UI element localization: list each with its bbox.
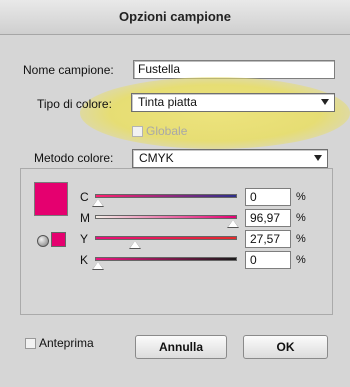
preview-checkbox[interactable] bbox=[25, 338, 36, 349]
color-mode-select[interactable]: CMYK bbox=[132, 149, 328, 168]
slider-track-m[interactable] bbox=[95, 215, 237, 219]
value-input-k[interactable]: 0 bbox=[245, 251, 291, 269]
chevron-down-icon bbox=[314, 155, 322, 161]
slider-thumb-m[interactable] bbox=[227, 220, 239, 228]
highlight-ellipse bbox=[80, 77, 350, 149]
channel-label-k: K bbox=[80, 253, 89, 267]
color-mode-value: CMYK bbox=[139, 151, 174, 165]
global-checkbox[interactable] bbox=[132, 126, 143, 137]
color-type-value: Tinta piatta bbox=[138, 95, 197, 109]
swatch-name-label: Nome campione: bbox=[23, 63, 114, 77]
percent-sign-k: % bbox=[296, 254, 306, 266]
ok-button[interactable]: OK bbox=[243, 335, 328, 359]
global-label: Globale bbox=[146, 124, 188, 138]
slider-track-c[interactable] bbox=[95, 194, 237, 198]
color-type-label: Tipo di colore: bbox=[37, 97, 112, 111]
value-input-y[interactable]: 27,57 bbox=[245, 230, 291, 248]
slider-thumb-y[interactable] bbox=[129, 241, 141, 249]
percent-sign-m: % bbox=[296, 212, 306, 224]
preview-label: Anteprima bbox=[39, 336, 94, 350]
color-mode-label: Metodo colore: bbox=[30, 151, 118, 165]
channel-label-c: C bbox=[80, 190, 89, 204]
value-input-m[interactable]: 96,97 bbox=[245, 209, 291, 227]
cancel-button[interactable]: Annulla bbox=[135, 335, 227, 359]
color-preview-swatch bbox=[34, 182, 68, 216]
channel-label-y: Y bbox=[80, 232, 89, 246]
slider-thumb-c[interactable] bbox=[92, 199, 104, 207]
percent-sign-y: % bbox=[296, 233, 306, 245]
swatch-name-input[interactable]: Fustella bbox=[133, 60, 335, 79]
slider-track-k[interactable] bbox=[95, 257, 237, 261]
window-title: Opzioni campione bbox=[119, 9, 231, 24]
color-type-select[interactable]: Tinta piatta bbox=[131, 93, 335, 112]
percent-sign-c: % bbox=[296, 191, 306, 203]
gamut-color-swatch[interactable] bbox=[51, 232, 66, 247]
slider-track-y[interactable] bbox=[95, 236, 237, 240]
chevron-down-icon bbox=[321, 99, 329, 105]
title-bar: Opzioni campione bbox=[0, 0, 350, 35]
channel-label-m: M bbox=[80, 211, 90, 225]
out-of-gamut-icon bbox=[37, 235, 49, 247]
slider-thumb-k[interactable] bbox=[92, 262, 104, 270]
value-input-c[interactable]: 0 bbox=[245, 188, 291, 206]
